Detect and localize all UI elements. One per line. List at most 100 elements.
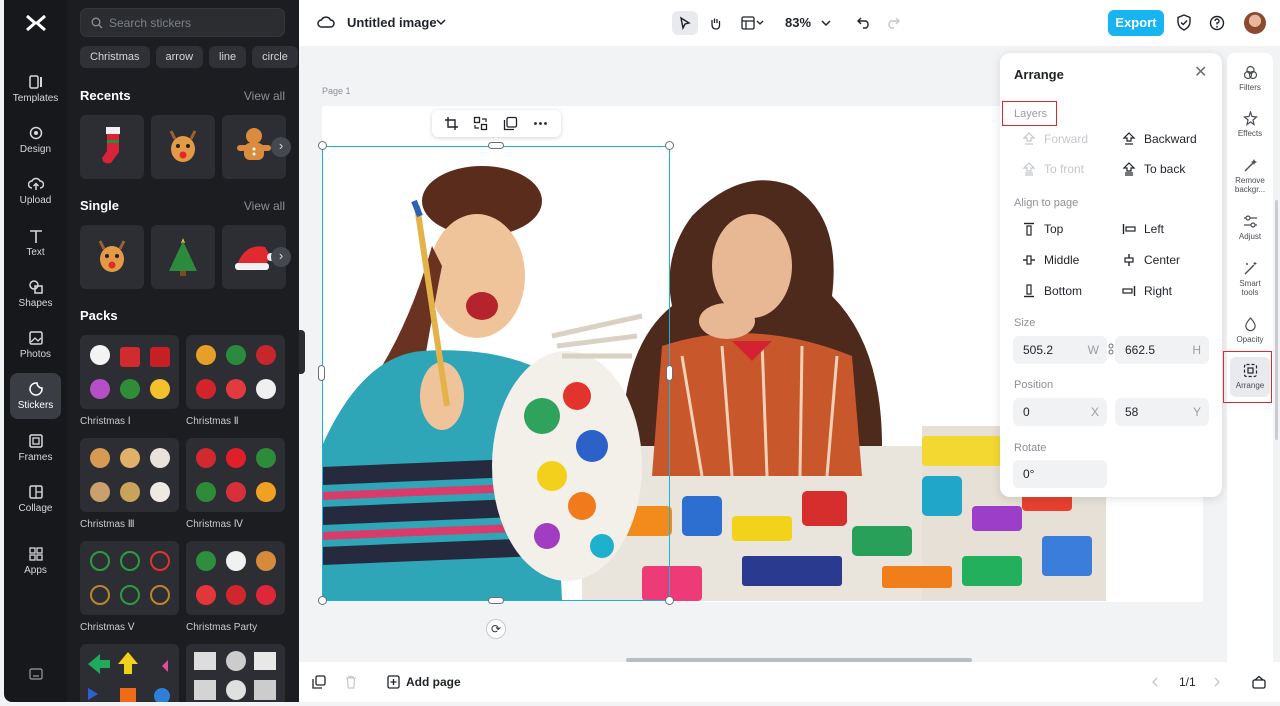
selection-box[interactable]	[322, 146, 670, 601]
tool-adjust[interactable]: Adjust	[1230, 214, 1270, 241]
single-next-button[interactable]: ›	[271, 247, 291, 267]
resize-handle-left[interactable]	[318, 365, 325, 381]
rotate-field[interactable]: 0°	[1013, 460, 1107, 488]
sidebar-item-apps[interactable]: Apps	[10, 538, 61, 584]
align-center-button[interactable]: Center	[1122, 253, 1180, 267]
single-view-all-link[interactable]: View all	[244, 199, 285, 213]
pack-christmas-4[interactable]	[186, 438, 285, 512]
position-x-field[interactable]: 0 X	[1013, 398, 1107, 426]
sidebar-item-templates[interactable]: Templates	[10, 66, 61, 112]
sticker-reindeer-single[interactable]	[80, 225, 144, 289]
vertical-scrollbar[interactable]	[1275, 200, 1278, 440]
sticker-tree[interactable]	[151, 225, 215, 289]
user-avatar[interactable]	[1244, 12, 1266, 34]
to-front-button[interactable]: To front	[1022, 162, 1084, 176]
duplicate-page-icon[interactable]	[312, 675, 326, 689]
next-page-icon[interactable]	[1213, 677, 1221, 687]
sidebar-item-frames[interactable]: Frames	[10, 425, 61, 471]
sticker-reindeer[interactable]	[151, 115, 215, 179]
export-button[interactable]: Export	[1108, 10, 1164, 36]
pack-christmas-2[interactable]	[186, 335, 285, 409]
chip-circle[interactable]: circle	[252, 46, 298, 68]
sidebar-item-text[interactable]: Text	[10, 220, 61, 266]
align-left-button[interactable]: Left	[1122, 222, 1164, 236]
sticker-stocking[interactable]	[80, 115, 144, 179]
single-title: Single	[80, 198, 120, 213]
tool-effects[interactable]: Effects	[1230, 111, 1270, 138]
zoom-level[interactable]: 83%	[785, 15, 811, 30]
align-bottom-button[interactable]: Bottom	[1022, 284, 1082, 298]
chip-line[interactable]: line	[209, 46, 247, 68]
keyboard-icon[interactable]	[29, 668, 43, 680]
forward-button[interactable]: Forward	[1022, 132, 1088, 146]
layers-highlight-box	[1002, 101, 1057, 126]
zoom-chevron-down-icon[interactable]	[821, 19, 831, 27]
tool-label: Remove backgr...	[1234, 176, 1266, 194]
x-unit: X	[1090, 405, 1099, 419]
pack-monochrome[interactable]	[186, 644, 285, 702]
tool-remove-background[interactable]: Remove backgr...	[1230, 158, 1270, 194]
align-bottom-icon	[1024, 284, 1034, 298]
chevron-down-icon[interactable]	[436, 18, 446, 26]
cloud-save-icon[interactable]	[317, 14, 335, 30]
pages-panel-icon[interactable]	[1252, 675, 1266, 689]
chip-arrow[interactable]: arrow	[155, 46, 204, 68]
chip-row: Christmas arrow line circle	[80, 46, 299, 68]
position-y-field[interactable]: 58 Y	[1115, 398, 1209, 426]
resize-handle-right[interactable]	[666, 365, 673, 381]
hand-tool-button[interactable]	[702, 11, 728, 35]
shield-icon[interactable]	[1176, 14, 1192, 31]
pack-christmas-1[interactable]	[80, 335, 179, 409]
backward-button[interactable]: Backward	[1122, 132, 1197, 146]
resize-handle-bottom-left[interactable]	[318, 596, 327, 605]
resize-handle-bottom[interactable]	[488, 597, 504, 604]
chip-christmas[interactable]: Christmas	[80, 46, 150, 68]
resize-handle-bottom-right[interactable]	[665, 596, 674, 605]
resize-handle-top-left[interactable]	[318, 141, 327, 150]
recents-view-all-link[interactable]: View all	[244, 89, 285, 103]
document-title[interactable]: Untitled image	[347, 15, 437, 30]
sidebar-item-collage[interactable]: Collage	[10, 476, 61, 522]
sidebar-item-stickers[interactable]: Stickers	[10, 373, 61, 419]
crop-icon[interactable]	[444, 116, 459, 131]
search-input[interactable]	[109, 13, 279, 33]
layout-button[interactable]	[735, 11, 771, 35]
tool-opacity[interactable]: Opacity	[1230, 317, 1270, 344]
align-middle-button[interactable]: Middle	[1022, 253, 1079, 267]
width-field[interactable]: 505.2 W	[1013, 336, 1107, 364]
align-right-button[interactable]: Right	[1122, 284, 1172, 298]
rotate-handle-icon[interactable]: ⟳	[486, 619, 506, 639]
pack-christmas-party[interactable]	[186, 541, 285, 615]
pack-christmas-3[interactable]	[80, 438, 179, 512]
search-box[interactable]	[80, 8, 285, 37]
delete-page-icon[interactable]	[345, 675, 357, 689]
lock-ratio-icon[interactable]	[1108, 343, 1114, 355]
undo-icon[interactable]	[857, 15, 871, 29]
height-field[interactable]: 662.5 H	[1115, 336, 1209, 364]
to-back-button[interactable]: To back	[1122, 162, 1185, 176]
resize-handle-top[interactable]	[488, 142, 504, 149]
select-tool-button[interactable]	[672, 11, 698, 35]
pack-arrows[interactable]	[80, 644, 179, 702]
duplicate-icon[interactable]	[503, 116, 518, 131]
help-icon[interactable]	[1209, 15, 1225, 31]
tool-smart-tools[interactable]: Smart tools	[1230, 261, 1270, 297]
sidebar-item-upload[interactable]: Upload	[10, 168, 61, 214]
prev-page-icon[interactable]	[1151, 677, 1159, 687]
close-icon[interactable]: ✕	[1194, 65, 1208, 81]
add-page-button[interactable]: Add page	[406, 675, 461, 689]
pack-christmas-5[interactable]	[80, 541, 179, 615]
sidebar-item-photos[interactable]: Photos	[10, 322, 61, 368]
app-logo-icon[interactable]	[24, 12, 48, 34]
more-options-icon[interactable]	[533, 116, 548, 131]
align-top-button[interactable]: Top	[1022, 222, 1063, 236]
sidebar-item-shapes[interactable]: Shapes	[10, 271, 61, 317]
recents-next-button[interactable]: ›	[271, 137, 291, 157]
panel-collapse-handle[interactable]	[299, 330, 305, 374]
redo-icon[interactable]	[886, 15, 900, 29]
replace-icon[interactable]	[473, 116, 488, 131]
tool-filters[interactable]: Filters	[1230, 65, 1270, 92]
monochrome-stickers-icon	[194, 651, 276, 700]
resize-handle-top-right[interactable]	[665, 141, 674, 150]
sidebar-item-design[interactable]: Design	[10, 117, 61, 163]
